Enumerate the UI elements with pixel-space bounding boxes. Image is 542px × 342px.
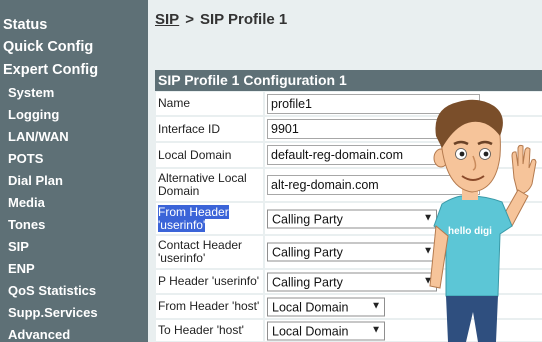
nav-item-logging[interactable]: Logging: [8, 107, 156, 122]
field-label-name: Name: [156, 92, 263, 115]
dropdown-arrow-icon: ▼: [371, 324, 381, 335]
mascot-illustration: hello digi: [429, 99, 537, 342]
from-header-userinfo-select[interactable]: Calling Party ▼: [267, 209, 437, 228]
select-value: Local Domain: [272, 300, 349, 314]
breadcrumb-current: SIP Profile 1: [199, 11, 288, 28]
breadcrumb-link-sip[interactable]: SIP: [155, 11, 179, 28]
field-label-alt-local-domain: Alternative Local Domain: [156, 169, 263, 201]
from-header-host-select[interactable]: Local Domain ▼: [267, 297, 385, 316]
mascot-shirt-text: hello digi: [448, 226, 492, 237]
field-label-p-header-userinfo: P Header 'userinfo': [156, 270, 263, 293]
breadcrumb: SIP > SIP Profile 1: [155, 11, 287, 28]
nav-item-expert-config[interactable]: Expert Config: [3, 62, 151, 78]
field-label-to-header-host: To Header 'host': [156, 320, 263, 341]
panel-title: SIP Profile 1 Configuration 1: [155, 70, 542, 91]
selected-label-text: From Header 'userinfo': [158, 205, 229, 232]
contact-header-userinfo-select[interactable]: Calling Party ▼: [267, 242, 437, 262]
select-value: Calling Party: [272, 275, 343, 289]
select-value: Calling Party: [272, 245, 343, 260]
sidebar-nav: Status Quick Config Expert Config System…: [0, 0, 148, 342]
nav-item-advanced[interactable]: Advanced: [8, 327, 156, 342]
field-label-interface-id: Interface ID: [156, 117, 263, 141]
field-label-from-header-userinfo: From Header 'userinfo': [156, 203, 263, 234]
breadcrumb-separator: >: [185, 11, 194, 28]
to-header-host-select[interactable]: Local Domain ▼: [267, 321, 385, 340]
select-value: Local Domain: [272, 324, 349, 338]
p-header-userinfo-select[interactable]: Calling Party ▼: [267, 272, 437, 291]
nav-item-lan-wan[interactable]: LAN/WAN: [8, 129, 156, 144]
dropdown-arrow-icon: ▼: [371, 300, 381, 311]
field-label-from-header-host: From Header 'host': [156, 295, 263, 318]
nav-item-pots[interactable]: POTS: [8, 151, 156, 166]
nav-item-status[interactable]: Status: [3, 17, 151, 33]
nav-item-qos-statistics[interactable]: QoS Statistics: [8, 283, 156, 298]
nav-item-tones[interactable]: Tones: [8, 217, 156, 232]
field-label-local-domain: Local Domain: [156, 143, 263, 167]
select-value: Calling Party: [272, 212, 343, 226]
nav-item-enp[interactable]: ENP: [8, 261, 156, 276]
nav-item-supp-services[interactable]: Supp.Services: [8, 305, 156, 320]
nav-item-quick-config[interactable]: Quick Config: [3, 39, 151, 55]
nav-item-media[interactable]: Media: [8, 195, 156, 210]
nav-item-system[interactable]: System: [8, 85, 156, 100]
nav-item-dial-plan[interactable]: Dial Plan: [8, 173, 156, 188]
field-label-contact-header-userinfo: Contact Header 'userinfo': [156, 236, 263, 268]
nav-item-sip[interactable]: SIP: [8, 239, 156, 254]
